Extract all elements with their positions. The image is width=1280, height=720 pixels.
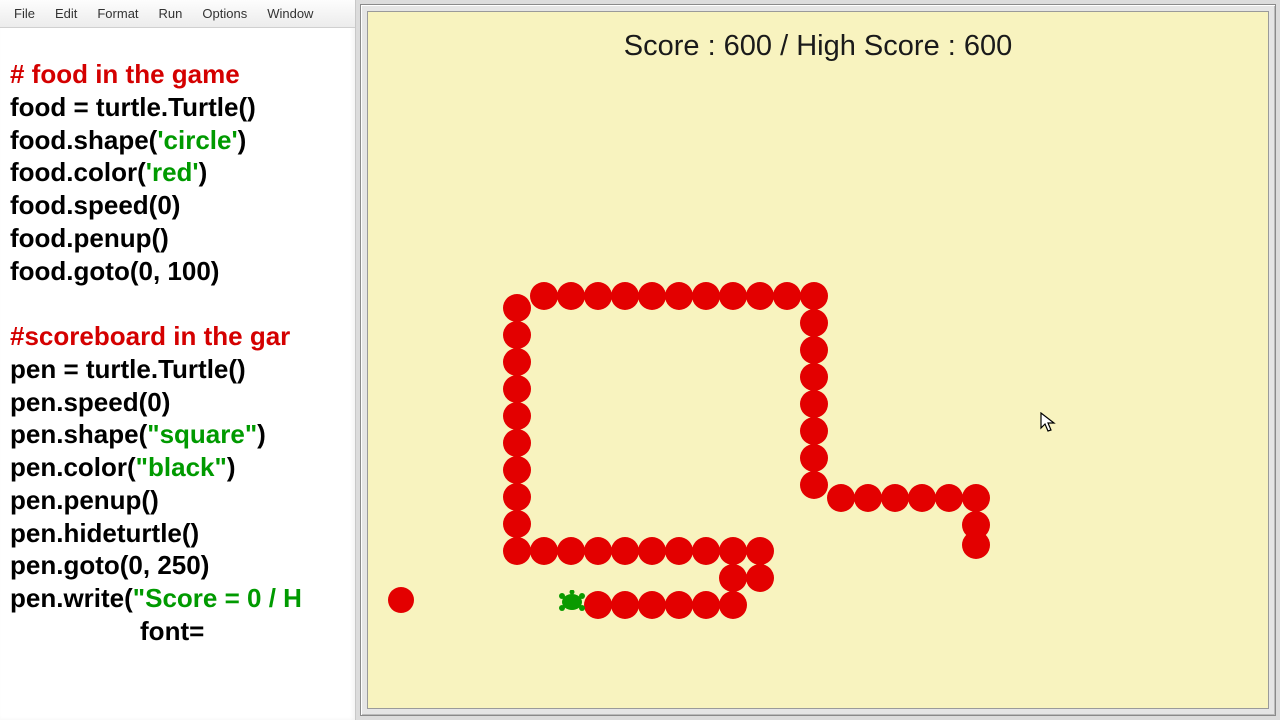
code-line: #scoreboard in the gar [10,320,351,353]
code-line: pen.penup() [10,484,351,517]
snake-segment [638,537,666,565]
snake-segment [962,531,990,559]
snake-segment [557,282,585,310]
snake-segment [800,417,828,445]
snake-segment [800,363,828,391]
snake-segment [503,402,531,430]
snake-segment [719,282,747,310]
snake-segment [530,282,558,310]
snake-segment [503,348,531,376]
code-editor[interactable]: # food in the gamefood = turtle.Turtle()… [0,28,355,720]
snake-segment [611,282,639,310]
snake-segment [800,471,828,499]
snake-segment [692,282,720,310]
code-line: font= [10,615,351,648]
code-line: food = turtle.Turtle() [10,91,351,124]
snake-segment [962,484,990,512]
snake-segment [665,591,693,619]
snake-segment [719,564,747,592]
snake-segment [800,390,828,418]
score-text: Score : 600 / High Score : 600 [368,30,1268,63]
game-frame: Score : 600 / High Score : 600 [360,4,1276,716]
code-line: pen.color("black") [10,451,351,484]
snake-segment [503,456,531,484]
code-line: pen.shape("square") [10,418,351,451]
code-line: pen.speed(0) [10,386,351,419]
menu-file[interactable]: File [4,4,45,23]
snake-segment [584,282,612,310]
snake-segment [584,537,612,565]
snake-segment [503,537,531,565]
snake-segment [746,537,774,565]
snake-segment [638,282,666,310]
snake-segment [719,591,747,619]
food-icon [388,587,414,613]
snake-segment [746,282,774,310]
code-line: pen = turtle.Turtle() [10,353,351,386]
snake-segment [503,429,531,457]
code-line: food.speed(0) [10,189,351,222]
idle-editor-window: File Edit Format Run Options Window # fo… [0,0,356,720]
code-line: food.goto(0, 100) [10,255,351,288]
snake-segment [827,484,855,512]
snake-segment [503,294,531,322]
snake-segment [908,484,936,512]
turtle-head-icon [558,590,586,614]
snake-segment [881,484,909,512]
snake-segment [665,537,693,565]
code-line: food.shape('circle') [10,124,351,157]
snake-segment [611,591,639,619]
snake-segment [692,591,720,619]
game-canvas[interactable]: Score : 600 / High Score : 600 [367,11,1269,709]
snake-segment [503,483,531,511]
code-line: food.color('red') [10,156,351,189]
menu-window[interactable]: Window [257,4,323,23]
snake-segment [503,510,531,538]
snake-segment [800,444,828,472]
snake-segment [692,537,720,565]
snake-segment [800,336,828,364]
snake-segment [638,591,666,619]
menu-format[interactable]: Format [87,4,148,23]
menu-run[interactable]: Run [149,4,193,23]
code-line: food.penup() [10,222,351,255]
code-line: pen.write("Score = 0 / H [10,582,351,615]
snake-segment [773,282,801,310]
snake-segment [611,537,639,565]
menubar: File Edit Format Run Options Window [0,0,355,28]
snake-segment [503,321,531,349]
turtle-game-window: Score : 600 / High Score : 600 [356,0,1280,720]
snake-segment [746,564,774,592]
code-line [10,287,351,320]
snake-segment [584,591,612,619]
snake-segment [503,375,531,403]
snake-segment [935,484,963,512]
snake-segment [800,309,828,337]
snake-segment [854,484,882,512]
snake-segment [530,537,558,565]
snake-segment [665,282,693,310]
code-line: pen.hideturtle() [10,517,351,550]
mouse-cursor-icon [1040,412,1056,434]
menu-options[interactable]: Options [192,4,257,23]
snake-segment [800,282,828,310]
snake-segment [557,537,585,565]
code-line: pen.goto(0, 250) [10,549,351,582]
snake-segment [719,537,747,565]
menu-edit[interactable]: Edit [45,4,87,23]
code-line: # food in the game [10,58,351,91]
